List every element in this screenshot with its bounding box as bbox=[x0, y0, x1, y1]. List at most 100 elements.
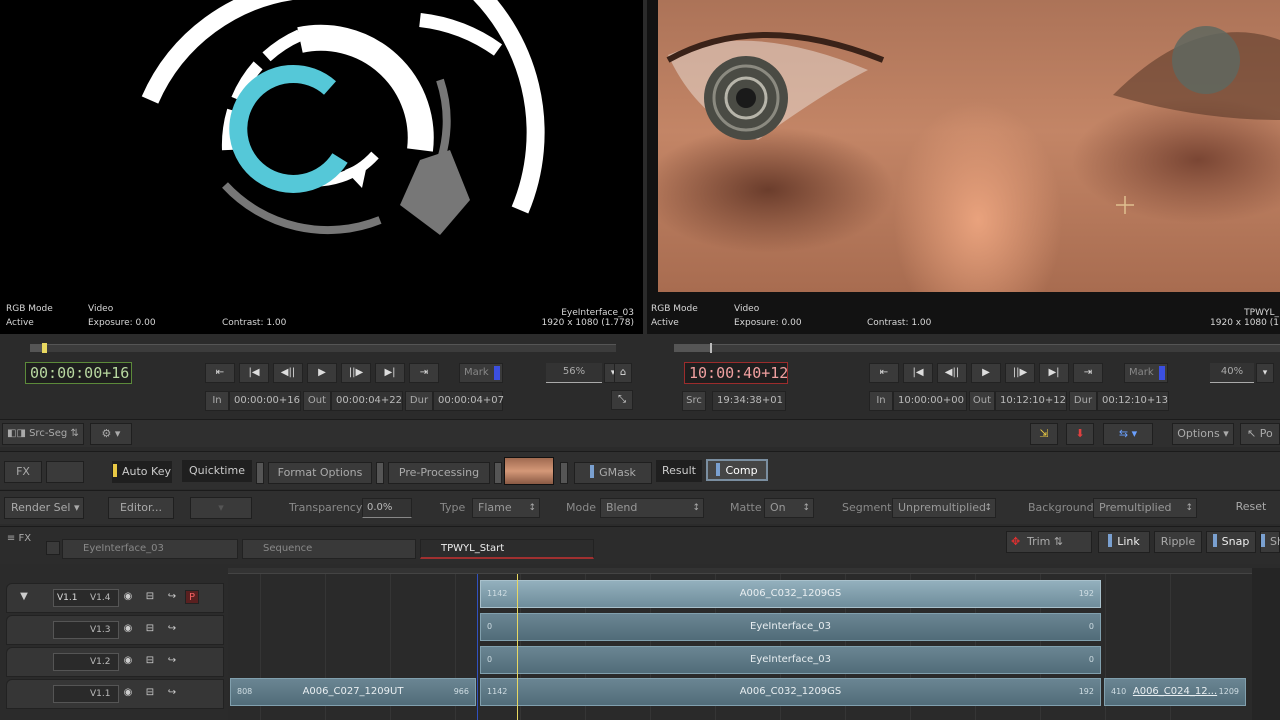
prev-cue-button[interactable]: |◀ bbox=[903, 363, 933, 383]
shift-toggle[interactable]: Sh bbox=[1260, 531, 1280, 553]
out-field[interactable]: 00:00:04+22 bbox=[331, 391, 403, 411]
record-viewer[interactable]: RGB Mode Active Video Exposure: 0.00 Con… bbox=[647, 0, 1280, 334]
clip-bottom-b[interactable]: 1142 A006_C032_1209GS 192 bbox=[480, 678, 1101, 706]
settings-gear-icon[interactable]: ⚙ ▾ bbox=[90, 423, 132, 445]
visibility-eye-icon[interactable]: ◉ bbox=[121, 590, 135, 604]
clip-bottom-c[interactable]: 410 A006_C024_12... 1209 bbox=[1104, 678, 1246, 706]
pointer-tool-icon[interactable]: ↖ Po bbox=[1240, 423, 1280, 445]
format-options-node[interactable]: Format Options bbox=[268, 462, 372, 484]
ripple-toggle[interactable]: Ripple bbox=[1154, 531, 1202, 553]
track-name-field[interactable]: V1.3 bbox=[53, 621, 119, 639]
lock-icon[interactable]: ⊟ bbox=[143, 622, 157, 636]
record-scrub-bar[interactable] bbox=[674, 343, 1280, 353]
go-to-start-button[interactable]: ⇤ bbox=[869, 363, 899, 383]
step-forward-button[interactable]: ||▶ bbox=[1005, 363, 1035, 383]
dur-field[interactable]: 00:12:10+13 bbox=[1097, 391, 1169, 411]
type-select[interactable]: Flame bbox=[472, 498, 540, 518]
clip-eyeinterface-1[interactable]: 0 EyeInterface_03 0 bbox=[480, 613, 1101, 641]
prev-cue-button[interactable]: |◀ bbox=[239, 363, 269, 383]
out-field[interactable]: 10:12:10+12 bbox=[995, 391, 1067, 411]
playhead[interactable] bbox=[517, 574, 518, 720]
sync-icon[interactable]: ↪ bbox=[165, 654, 179, 668]
next-cue-button[interactable]: ▶| bbox=[375, 363, 405, 383]
lock-icon[interactable]: ⊟ bbox=[143, 590, 157, 604]
sync-icon[interactable]: ↪ bbox=[165, 686, 179, 700]
clip-top[interactable]: 1142 A006_C032_1209GS 192 bbox=[480, 580, 1101, 608]
tab-eyeinterface[interactable]: EyeInterface_03 bbox=[62, 539, 238, 559]
visibility-eye-icon[interactable]: ◉ bbox=[121, 654, 135, 668]
step-forward-button[interactable]: ||▶ bbox=[341, 363, 371, 383]
options-menu[interactable]: Options ▾ bbox=[1172, 423, 1234, 445]
record-timecode[interactable]: 10:00:40+12 bbox=[684, 362, 788, 384]
sync-icon[interactable]: ↪ bbox=[165, 590, 179, 604]
play-button[interactable]: ▶ bbox=[307, 363, 337, 383]
track-name-field[interactable]: V1.1 V1.4 bbox=[53, 589, 119, 607]
step-back-button[interactable]: ◀|| bbox=[937, 363, 967, 383]
segment-select[interactable]: Unpremultiplied bbox=[892, 498, 996, 518]
dur-field[interactable]: 00:00:04+07 bbox=[433, 391, 504, 411]
visibility-eye-icon[interactable]: ◉ bbox=[121, 622, 135, 636]
reset-button[interactable]: Reset bbox=[1222, 497, 1280, 519]
timeline-scrollbar[interactable] bbox=[1252, 568, 1280, 720]
replace-icon[interactable]: ⇆ ▾ bbox=[1103, 423, 1153, 445]
auto-key-button[interactable]: Auto Key bbox=[112, 461, 172, 483]
matte-select[interactable]: On bbox=[764, 498, 814, 518]
source-viewer[interactable]: RGB Mode Active Video Exposure: 0.00 Con… bbox=[0, 0, 643, 334]
lift-icon[interactable]: ⬇ bbox=[1066, 423, 1094, 445]
fx-button[interactable]: FX bbox=[4, 461, 42, 483]
go-to-end-button[interactable]: ⇥ bbox=[1073, 363, 1103, 383]
play-button[interactable]: ▶ bbox=[971, 363, 1001, 383]
lock-icon[interactable]: ⌂ bbox=[614, 363, 632, 383]
mark-button[interactable]: Mark bbox=[1124, 363, 1168, 383]
overwrite-icon[interactable]: ⇲ bbox=[1030, 423, 1058, 445]
mark-button[interactable]: Mark bbox=[459, 363, 503, 383]
pre-processing-node[interactable]: Pre-Processing bbox=[388, 462, 490, 484]
tab-tpwyl-start[interactable]: TPWYL_Start bbox=[420, 539, 594, 559]
track-name-field[interactable]: V1.2 bbox=[53, 653, 119, 671]
in-field[interactable]: 00:00:00+16 bbox=[229, 391, 301, 411]
lock-icon[interactable]: ⊟ bbox=[143, 654, 157, 668]
link-toggle[interactable]: Link bbox=[1098, 531, 1150, 553]
go-to-end-button[interactable]: ⇥ bbox=[409, 363, 439, 383]
editor-button[interactable]: Editor... bbox=[108, 497, 174, 519]
zoom-field[interactable]: 40% bbox=[1210, 363, 1254, 383]
track-header-v1-2[interactable]: V1.2 ◉ ⊟ ↪ bbox=[6, 647, 224, 677]
sync-icon[interactable]: ↪ bbox=[165, 622, 179, 636]
source-scrub-bar[interactable] bbox=[30, 343, 616, 353]
render-sel-button[interactable]: Render Sel ▾ bbox=[4, 497, 84, 519]
track-name-field[interactable]: V1.1 bbox=[53, 685, 119, 703]
result-button[interactable]: Result bbox=[656, 460, 702, 482]
src-field[interactable]: 19:34:38+01 bbox=[712, 391, 786, 411]
clip-bottom-a[interactable]: 808 A006_C027_1209UT 966 bbox=[230, 678, 476, 706]
primary-track-badge[interactable]: P bbox=[185, 590, 199, 604]
quicktime-node[interactable]: Quicktime bbox=[182, 460, 252, 482]
fx-tab-toggle[interactable]: ≡ FX bbox=[0, 529, 38, 551]
visibility-eye-icon[interactable]: ◉ bbox=[121, 686, 135, 700]
track-header-v1-4[interactable]: ▼ V1.1 V1.4 ◉ ⊟ ↪ P bbox=[6, 583, 224, 613]
gmask-node[interactable]: GMask bbox=[574, 462, 652, 484]
step-back-button[interactable]: ◀|| bbox=[273, 363, 303, 383]
clip-eyeinterface-2[interactable]: 0 EyeInterface_03 0 bbox=[480, 646, 1101, 674]
track-header-v1-3[interactable]: V1.3 ◉ ⊟ ↪ bbox=[6, 615, 224, 645]
timeline-ruler[interactable] bbox=[228, 568, 1252, 574]
expand-icon[interactable]: ⤡ bbox=[611, 390, 633, 410]
in-field[interactable]: 10:00:00+00 bbox=[893, 391, 967, 411]
lock-icon[interactable]: ⊟ bbox=[143, 686, 157, 700]
background-select[interactable]: Premultiplied bbox=[1093, 498, 1197, 518]
track-header-v1-1[interactable]: V1.1 ◉ ⊟ ↪ bbox=[6, 679, 224, 709]
source-timecode[interactable]: 00:00:00+16 bbox=[25, 362, 132, 384]
src-seq-selector[interactable]: ◧◨ Src-Seg ⇅ bbox=[2, 423, 84, 445]
collapse-triangle-icon[interactable]: ▼ bbox=[17, 590, 31, 604]
next-cue-button[interactable]: ▶| bbox=[1039, 363, 1069, 383]
source-thumbnail[interactable] bbox=[504, 457, 554, 485]
tab-sequence[interactable]: Sequence bbox=[242, 539, 416, 559]
mode-select[interactable]: Blend bbox=[600, 498, 704, 518]
transparency-field[interactable]: 0.0% bbox=[362, 498, 412, 518]
trim-button[interactable]: ✥ Trim ⇅ bbox=[1006, 531, 1092, 553]
zoom-field[interactable]: 56% bbox=[546, 363, 602, 383]
comp-node[interactable]: Comp bbox=[706, 459, 768, 481]
go-to-start-button[interactable]: ⇤ bbox=[205, 363, 235, 383]
snap-toggle[interactable]: Snap bbox=[1206, 531, 1256, 553]
timeline[interactable]: 1142 A006_C032_1209GS 192 0 EyeInterface… bbox=[228, 568, 1252, 720]
tab-checkbox[interactable] bbox=[46, 541, 60, 555]
